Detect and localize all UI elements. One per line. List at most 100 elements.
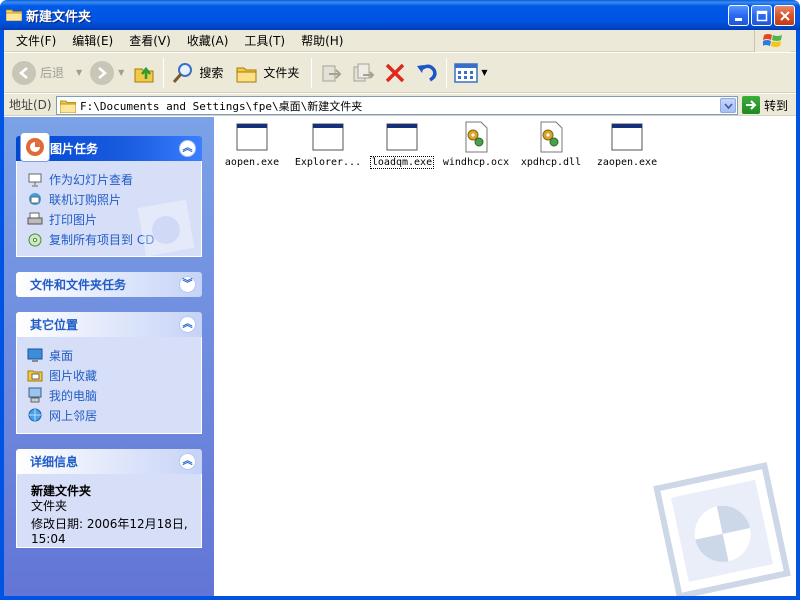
menu-favorites[interactable]: 收藏(A) xyxy=(179,31,237,51)
task-slideshow[interactable]: 作为幻灯片查看 xyxy=(27,169,201,189)
details-title: 详细信息 xyxy=(30,455,79,469)
address-path: F:\Documents and Settings\fpe\桌面\新建文件夹 xyxy=(80,99,363,113)
task-pane: 图片任务 ︽ 作为幻灯片查看 联机订购照片 打印图片 复制所有项目到 CD 文件… xyxy=(4,117,214,596)
details-modified-time: 15:04 xyxy=(31,532,66,546)
picture-tasks-panel: 图片任务 ︽ 作为幻灯片查看 联机订购照片 打印图片 复制所有项目到 CD xyxy=(16,132,202,257)
cd-copy-icon xyxy=(28,233,42,247)
back-dropdown-icon[interactable]: ▼ xyxy=(76,68,82,77)
forward-button[interactable]: ▼ xyxy=(86,56,128,90)
go-arrow-icon xyxy=(742,96,760,114)
task-slideshow-label: 作为幻灯片查看 xyxy=(49,172,134,187)
gear-dll-icon xyxy=(540,121,563,153)
search-label: 搜索 xyxy=(199,66,224,80)
maximize-icon xyxy=(756,10,767,21)
exe-window-icon xyxy=(312,123,344,151)
other-places-panel: 其它位置 ︽ 桌面 图片收藏 我的电脑 网上邻居 xyxy=(16,312,202,434)
place-network[interactable]: 网上邻居 xyxy=(27,405,201,425)
folder-up-icon xyxy=(134,66,154,82)
collapse-icon[interactable]: ︽ xyxy=(179,453,196,470)
copy-to-icon xyxy=(353,63,375,81)
copy-to-button[interactable] xyxy=(347,56,379,90)
toolbar: 后退 ▼ ▼ 搜索 文件夹 ▼ xyxy=(4,53,796,93)
order-prints-icon xyxy=(29,193,41,205)
file-item[interactable]: xpdhcp.dll xyxy=(514,121,588,168)
file-name: Explorer... xyxy=(294,157,362,168)
minimize-icon xyxy=(734,17,742,21)
other-places-title: 其它位置 xyxy=(30,318,79,332)
toolbar-separator xyxy=(163,57,165,88)
file-item[interactable]: windhcp.ocx xyxy=(439,121,513,168)
views-button[interactable]: ▼ xyxy=(450,56,491,90)
folders-button[interactable]: 文件夹 xyxy=(227,56,303,90)
file-tasks-panel: 文件和文件夹任务 ︾ xyxy=(16,272,202,297)
file-tasks-title: 文件和文件夹任务 xyxy=(30,278,127,292)
exe-window-icon xyxy=(611,123,643,151)
menu-edit[interactable]: 编辑(E) xyxy=(64,31,121,51)
views-dropdown-icon[interactable]: ▼ xyxy=(481,68,487,77)
folders-icon xyxy=(236,67,257,82)
go-button[interactable]: 转到 xyxy=(742,96,788,114)
file-item[interactable]: zaopen.exe xyxy=(590,121,664,168)
details-header[interactable]: 详细信息 ︽ xyxy=(16,449,202,474)
move-to-button[interactable] xyxy=(315,56,347,90)
task-print-pictures-label: 打印图片 xyxy=(49,212,98,227)
file-tasks-header[interactable]: 文件和文件夹任务 ︾ xyxy=(16,272,202,297)
exe-window-icon xyxy=(386,123,418,151)
file-item[interactable]: aopen.exe xyxy=(215,121,289,168)
other-places-header[interactable]: 其它位置 ︽ xyxy=(16,312,202,337)
file-name: windhcp.ocx xyxy=(442,157,510,168)
file-name: loadqm.exe xyxy=(369,156,435,169)
details-item-type: 文件夹 xyxy=(31,499,68,513)
address-bar: 地址(D) F:\Documents and Settings\fpe\桌面\新… xyxy=(4,94,796,116)
address-dropdown-button[interactable] xyxy=(720,98,736,113)
window-border-right xyxy=(796,30,800,600)
picture-tasks-icon xyxy=(20,132,50,162)
my-pictures-icon xyxy=(27,370,43,382)
place-my-pictures[interactable]: 图片收藏 xyxy=(27,365,201,385)
collapse-icon[interactable]: ︽ xyxy=(179,140,196,157)
place-desktop[interactable]: 桌面 xyxy=(27,345,201,365)
collapse-icon[interactable]: ︽ xyxy=(179,316,196,333)
file-item[interactable]: Explorer... xyxy=(291,121,365,168)
place-desktop-label: 桌面 xyxy=(49,348,74,363)
delete-icon xyxy=(386,63,405,82)
file-view[interactable]: aopen.exe Explorer... loadqm.exe windhcp… xyxy=(214,117,796,596)
undo-button[interactable] xyxy=(411,56,443,90)
file-name: zaopen.exe xyxy=(596,157,658,168)
details-item-name: 新建文件夹 xyxy=(31,484,92,498)
move-to-icon xyxy=(322,65,342,81)
back-label: 后退 xyxy=(40,66,65,80)
picture-tasks-body: 作为幻灯片查看 联机订购照片 打印图片 复制所有项目到 CD xyxy=(16,161,202,257)
details-body: 新建文件夹 文件夹 修改日期: 2006年12月18日, 15:04 xyxy=(16,474,202,548)
place-my-computer[interactable]: 我的电脑 xyxy=(27,385,201,405)
exe-window-icon xyxy=(236,123,268,151)
delete-button[interactable] xyxy=(379,56,411,90)
minimize-button[interactable] xyxy=(728,5,749,26)
file-item[interactable]: loadqm.exe xyxy=(365,121,439,169)
my-computer-icon xyxy=(28,387,42,403)
up-button[interactable] xyxy=(128,56,160,90)
go-label: 转到 xyxy=(764,98,789,113)
picture-tasks-header[interactable]: 图片任务 ︽ xyxy=(16,132,202,162)
gear-dll-icon xyxy=(465,121,488,153)
menu-file[interactable]: 文件(F) xyxy=(8,31,64,51)
address-input[interactable]: F:\Documents and Settings\fpe\桌面\新建文件夹 xyxy=(56,96,738,115)
file-name: xpdhcp.dll xyxy=(520,157,582,168)
title-bar[interactable]: 新建文件夹 xyxy=(0,0,800,30)
other-places-body: 桌面 图片收藏 我的电脑 网上邻居 xyxy=(16,337,202,434)
menu-view[interactable]: 查看(V) xyxy=(121,31,179,51)
maximize-button[interactable] xyxy=(751,5,772,26)
menu-help[interactable]: 帮助(H) xyxy=(293,31,351,51)
back-arrow-icon xyxy=(12,60,36,85)
search-button[interactable]: 搜索 xyxy=(167,56,227,90)
back-button[interactable]: 后退 ▼ xyxy=(4,56,86,90)
expand-icon[interactable]: ︾ xyxy=(179,276,196,293)
menu-tools[interactable]: 工具(T) xyxy=(236,31,293,51)
chevron-down-icon xyxy=(723,102,733,109)
close-button[interactable] xyxy=(774,5,795,26)
forward-dropdown-icon[interactable]: ▼ xyxy=(118,68,124,77)
desktop-icon xyxy=(27,348,43,362)
toolbar-separator xyxy=(311,57,313,88)
undo-icon xyxy=(417,64,437,82)
place-my-pictures-label: 图片收藏 xyxy=(49,368,98,383)
